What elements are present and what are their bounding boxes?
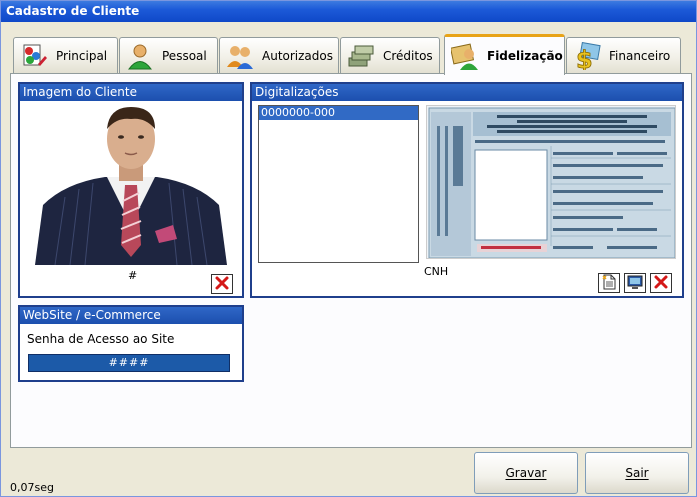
- tab-creditos[interactable]: Créditos: [340, 37, 440, 73]
- tab-financeiro[interactable]: $ Financeiro: [566, 37, 681, 74]
- tab-autorizados[interactable]: Autorizados: [219, 37, 339, 73]
- group-title: Digitalizações: [252, 84, 682, 101]
- group-title: Imagem do Cliente: [20, 84, 242, 101]
- monitor-icon: [627, 274, 643, 293]
- new-scan-button[interactable]: [598, 273, 620, 293]
- person-icon: [126, 42, 154, 70]
- document-colors-icon: [20, 42, 48, 70]
- window-title: Cadastro de Cliente: [1, 1, 696, 22]
- delete-scan-button[interactable]: [650, 273, 672, 293]
- scanned-document-image: [426, 105, 676, 259]
- new-document-icon: [601, 274, 617, 293]
- tab-label: Pessoal: [162, 48, 207, 63]
- scans-group: Digitalizações 0000000-000 CNH: [250, 82, 684, 298]
- scan-caption: CNH: [424, 265, 449, 278]
- dollar-icon: $: [573, 41, 601, 74]
- client-image-group: Imagem do Cliente #: [18, 82, 244, 298]
- main-window: Cadastro de Cliente Principal Pessoal Au…: [0, 0, 697, 497]
- status-text: 0,07seg: [10, 481, 54, 494]
- button-label: Sair: [625, 466, 649, 480]
- tab-panel-fidelizacao: Imagem do Cliente # Digitalizações 00000…: [10, 73, 692, 448]
- list-item[interactable]: 0000000-000: [259, 106, 418, 120]
- delete-icon: [653, 274, 669, 293]
- svg-text:$: $: [576, 46, 593, 70]
- tab-label: Fidelização: [487, 49, 563, 63]
- tab-label: Principal: [56, 48, 108, 63]
- money-stack-icon: [347, 42, 375, 70]
- website-group: WebSite / e-Commerce Senha de Acesso ao …: [18, 305, 244, 382]
- client-photo: [35, 105, 227, 265]
- tab-label: Autorizados: [262, 48, 333, 63]
- sair-button[interactable]: Sair: [585, 452, 689, 494]
- tab-label: Créditos: [383, 48, 433, 63]
- gravar-button[interactable]: Gravar: [474, 452, 578, 494]
- site-password-field[interactable]: ####: [28, 354, 230, 372]
- tab-pessoal[interactable]: Pessoal: [119, 37, 218, 73]
- site-password-label: Senha de Acesso ao Site: [27, 332, 175, 346]
- client-photo-caption: #: [128, 269, 138, 282]
- view-scan-button[interactable]: [624, 273, 646, 293]
- group-title: WebSite / e-Commerce: [20, 307, 242, 324]
- delete-icon: [214, 275, 230, 294]
- button-label: Gravar: [505, 466, 547, 480]
- delete-photo-button[interactable]: [211, 274, 233, 294]
- scans-list[interactable]: 0000000-000: [258, 105, 419, 263]
- tab-label: Financeiro: [609, 48, 671, 63]
- tab-principal[interactable]: Principal: [13, 37, 118, 73]
- person-card-icon: [449, 42, 479, 70]
- tab-fidelizacao[interactable]: Fidelização: [444, 34, 565, 75]
- people-icon: [226, 42, 254, 70]
